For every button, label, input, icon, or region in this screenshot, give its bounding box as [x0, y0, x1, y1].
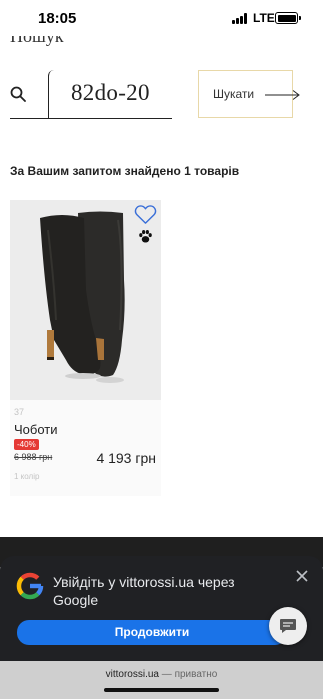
product-image[interactable] [10, 200, 161, 400]
browser-separator: — [161, 669, 172, 680]
product-size: 37 [14, 407, 25, 417]
signal-icon [232, 13, 249, 24]
close-icon[interactable] [295, 569, 309, 583]
battery-icon [275, 12, 301, 24]
search-button[interactable]: Шукати [198, 70, 300, 118]
browser-domain: vittorossi.ua [105, 669, 159, 680]
status-time: 18:05 [38, 10, 77, 27]
results-summary: За Вашим запитом знайдено 1 товарів [10, 164, 240, 178]
browser-url[interactable]: vittorossi.ua — приватно [0, 669, 323, 680]
continue-button[interactable]: Продовжити [17, 620, 287, 645]
google-signin-title: Увійдіть у vittorossi.ua через Google [53, 574, 235, 608]
chat-button[interactable] [269, 607, 307, 645]
search-input[interactable]: 82do-20 [48, 70, 170, 118]
home-indicator[interactable] [104, 688, 219, 692]
search-input-value[interactable]: 82do-20 [71, 80, 150, 106]
search-button-label: Шукати [213, 87, 255, 101]
color-count: 1 колір [14, 472, 40, 481]
heart-icon[interactable] [134, 204, 157, 225]
search-underline [10, 118, 172, 119]
product-name[interactable]: Чоботи [14, 422, 58, 437]
discount-badge: -40% [14, 439, 39, 450]
search-icon[interactable] [10, 86, 26, 102]
status-bar: 18:05 LTE [0, 0, 323, 36]
private-mode-label: приватно [174, 669, 218, 680]
product-card[interactable]: 37 Чоботи -40% 6 988 грн 4 193 грн 1 кол… [10, 200, 161, 496]
old-price: 6 988 грн [14, 452, 53, 462]
paw-icon [139, 230, 152, 243]
chat-icon [280, 619, 296, 633]
arrow-right-icon [265, 90, 300, 100]
browser-address-bar[interactable]: vittorossi.ua — приватно [0, 661, 323, 699]
current-price: 4 193 грн [96, 450, 156, 466]
google-signin-sheet: Увійдіть у vittorossi.ua через Google Пр… [0, 556, 323, 661]
google-logo-icon [16, 572, 44, 600]
network-type: LTE [253, 11, 275, 25]
